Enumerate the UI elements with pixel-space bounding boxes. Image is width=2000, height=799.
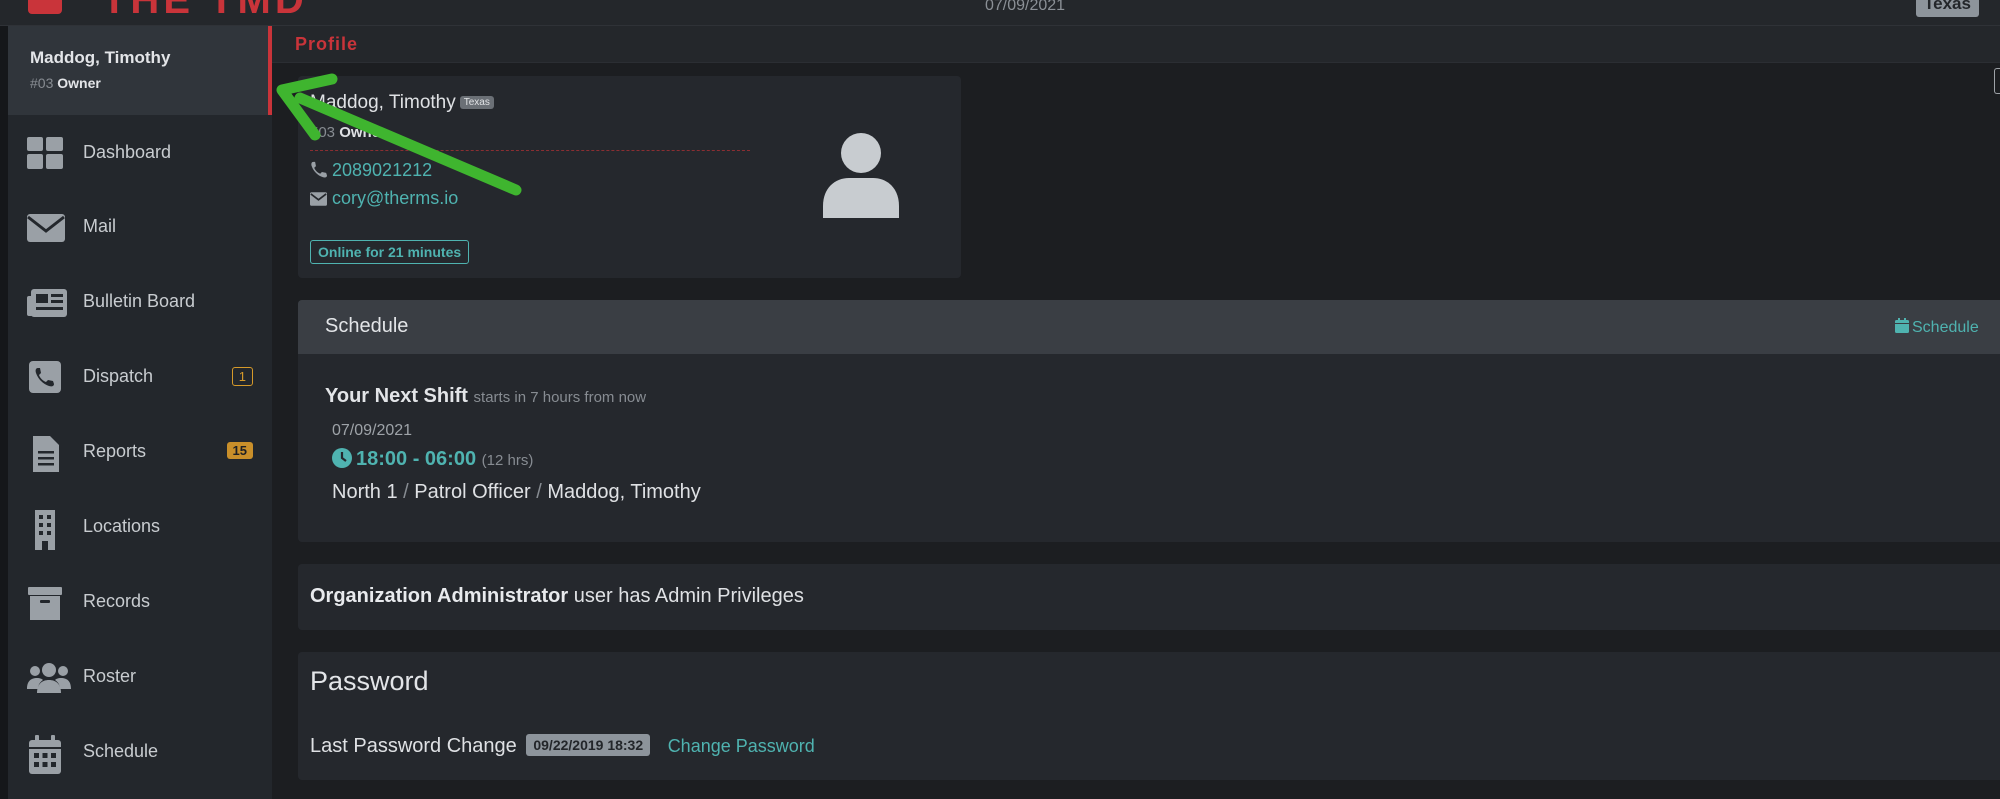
schedule-title: Schedule (325, 315, 409, 337)
sidebar-item-bulletin-board[interactable]: Bulletin Board (8, 272, 272, 332)
sidebar-user-role: #03 Owner (30, 75, 101, 91)
top-bar: THE TMD 07/09/2021 Texas (0, 0, 2000, 26)
change-password-link[interactable]: Change Password (668, 736, 815, 756)
dashboard-icon (27, 137, 63, 169)
sidebar-item-reports[interactable]: Reports 15 (8, 422, 272, 482)
background-code-strip (0, 0, 8, 799)
sidebar-item-label: Locations (83, 516, 161, 536)
next-shift-subtitle: starts in 7 hours from now (473, 389, 647, 406)
header-date: 07/09/2021 (985, 0, 1066, 14)
divider (310, 150, 750, 151)
last-password-change-timestamp: 09/22/2019 18:32 (526, 734, 651, 756)
envelope-icon (27, 214, 65, 242)
envelope-icon (310, 192, 327, 206)
sidebar: Maddog, Timothy #03 Owner Dashboard Mail… (8, 26, 272, 799)
logo-icon[interactable] (28, 0, 62, 14)
sidebar-item-roster[interactable]: Roster (8, 647, 272, 707)
profile-role-name: Owner (339, 124, 386, 141)
separator: / (403, 481, 409, 503)
separator: / (536, 481, 542, 503)
building-icon (35, 510, 55, 550)
profile-header: Profile (272, 26, 2000, 63)
calendar-icon (1895, 318, 1909, 333)
shift-position: Patrol Officer (414, 481, 531, 503)
phone-row[interactable]: 2089021212 (310, 160, 432, 181)
logo-text[interactable]: THE TMD (102, 0, 308, 23)
sidebar-item-label: Dispatch (83, 366, 154, 386)
profile-role: #03 Owner (310, 124, 386, 141)
phone-icon (29, 361, 61, 393)
next-shift-label: Your Next Shift (325, 385, 468, 407)
sidebar-item-label: Roster (83, 666, 137, 686)
avatar (823, 133, 899, 218)
shift-assignment: North 1 / Patrol Officer / Maddog, Timot… (332, 481, 701, 504)
last-password-change-label: Last Password Change (310, 735, 517, 757)
newspaper-icon (27, 289, 67, 317)
next-shift-heading: Your Next Shift starts in 7 hours from n… (325, 385, 646, 408)
sidebar-item-dashboard[interactable]: Dashboard (8, 123, 272, 183)
region-tag: Texas (459, 96, 494, 109)
user-number: #03 (30, 75, 54, 91)
schedule-panel: Schedule Schedule Your Next Shift starts… (298, 300, 2000, 542)
admin-privileges-text: Organization Administrator user has Admi… (310, 585, 804, 608)
admin-role: Organization Administrator (310, 585, 569, 607)
email-row[interactable]: cory@therms.io (310, 188, 458, 209)
page-title: Profile (295, 34, 359, 54)
phone-icon (311, 161, 327, 178)
password-panel: Password Last Password Change 09/22/2019… (298, 652, 2000, 780)
schedule-link[interactable]: Schedule (1895, 318, 1979, 337)
schedule-link-label: Schedule (1912, 319, 1979, 336)
schedule-panel-header: Schedule Schedule (298, 300, 2000, 354)
sidebar-user-card[interactable]: Maddog, Timothy #03 Owner (8, 26, 272, 115)
sidebar-item-dispatch[interactable]: Dispatch 1 (8, 347, 272, 407)
last-password-change-row: Last Password Change 09/22/2019 18:32 Ch… (310, 734, 815, 758)
clock-icon (332, 448, 352, 468)
shift-time: 18:00 - 06:00 (356, 448, 477, 470)
sidebar-item-label: Mail (83, 216, 117, 236)
password-title: Password (310, 666, 429, 696)
sidebar-item-label: Dashboard (83, 142, 172, 162)
sidebar-item-label: Schedule (83, 741, 159, 761)
sidebar-item-label: Bulletin Board (83, 291, 196, 311)
scroll-handle[interactable] (1994, 68, 2000, 94)
shift-time-row: 18:00 - 06:00 (12 hrs) (332, 448, 533, 471)
shift-officer: Maddog, Timothy (547, 481, 701, 503)
sidebar-user-name: Maddog, Timothy (30, 48, 171, 67)
shift-date: 07/09/2021 (332, 422, 413, 439)
profile-name: Maddog, Timothy (310, 92, 456, 113)
online-status-badge: Online for 21 minutes (310, 240, 470, 264)
phone-link[interactable]: 2089021212 (332, 160, 432, 180)
profile-name-row: Maddog, Timothy Texas (310, 92, 494, 114)
sidebar-item-locations[interactable]: Locations (8, 497, 272, 557)
admin-description: user has Admin Privileges (573, 585, 804, 607)
profile-number: #03 (310, 124, 336, 141)
sidebar-item-label: Reports (83, 441, 147, 461)
shift-zone: North 1 (332, 481, 398, 503)
sidebar-item-records[interactable]: Records (8, 572, 272, 632)
sidebar-item-label: Records (83, 591, 151, 611)
sidebar-item-schedule[interactable]: Schedule (8, 722, 272, 782)
profile-card: Maddog, Timothy Texas #03 Owner 208902121… (298, 76, 961, 278)
users-icon (27, 663, 71, 693)
calendar-icon (29, 735, 61, 774)
email-link[interactable]: cory@therms.io (332, 188, 458, 208)
region-dropdown[interactable]: Texas (1916, 0, 1979, 17)
reports-count-badge: 15 (226, 442, 253, 459)
user-role: Owner (57, 75, 101, 91)
shift-duration: (12 hrs) (481, 452, 534, 469)
sidebar-item-mail[interactable]: Mail (8, 197, 272, 257)
dispatch-count-badge: 1 (231, 367, 253, 386)
document-icon (33, 436, 59, 472)
archive-icon (28, 587, 62, 620)
admin-privileges-panel: Organization Administrator user has Admi… (298, 564, 2000, 630)
